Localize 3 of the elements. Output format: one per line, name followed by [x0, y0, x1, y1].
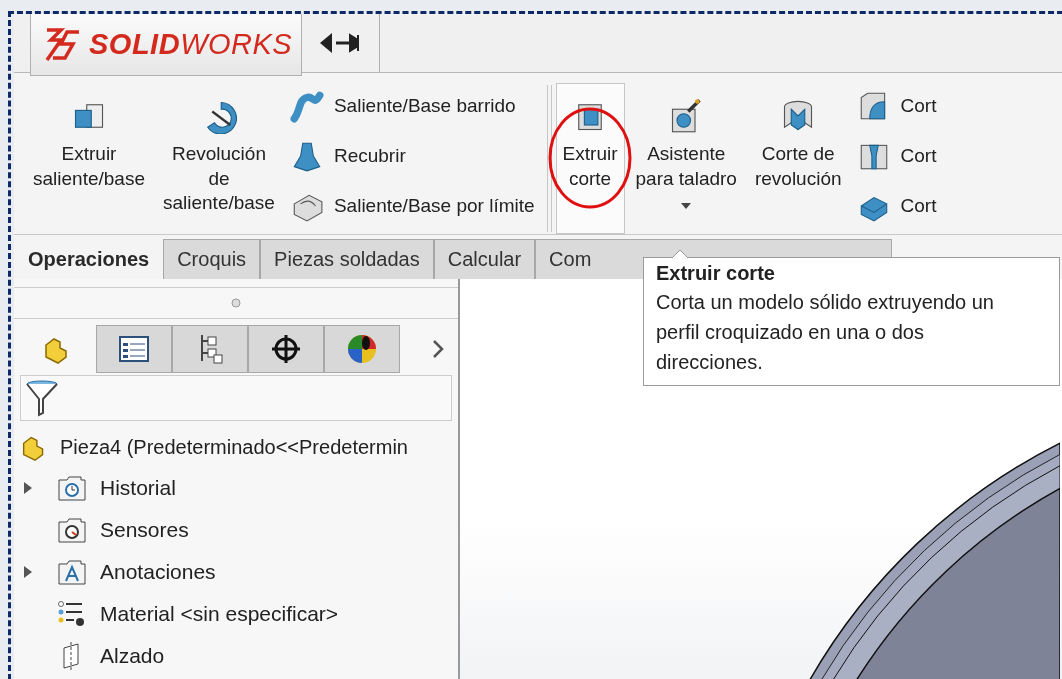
logo-text: SOLIDWORKS	[89, 28, 293, 61]
tooltip-text: Corta un modelo sólido extruyendo un perfil croquizado en una o dos direcciones.	[656, 290, 995, 375]
tooltip-title: Extruir corte	[656, 262, 776, 285]
